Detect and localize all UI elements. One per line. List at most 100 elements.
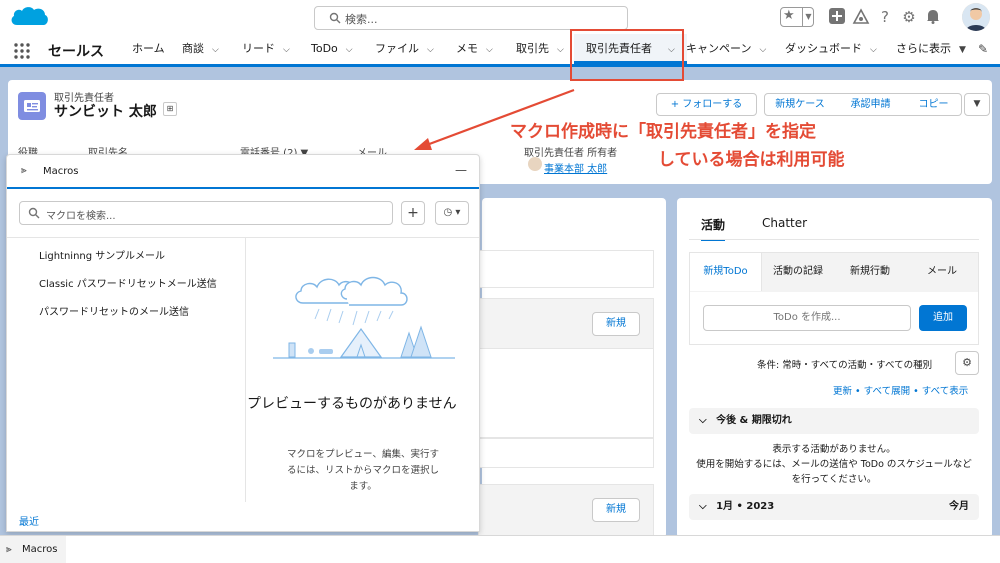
new-related-button-1[interactable]: 新規 (592, 312, 640, 336)
macro-search-input[interactable]: マクロを検索... (19, 201, 393, 225)
chevron-down-icon[interactable]: ⌵ (557, 35, 564, 65)
nav-item-label: メモ (456, 42, 478, 55)
tab-new-event[interactable]: 新規行動 (834, 253, 906, 291)
macros-icon: ⫸ (21, 165, 27, 176)
avatar[interactable] (962, 3, 990, 31)
chevron-down-icon: ⌵ (699, 501, 707, 512)
macros-panel-title: Macros (43, 166, 79, 177)
new-related-button-2[interactable]: 新規 (592, 498, 640, 522)
nav-item-label: さらに表示 (896, 42, 951, 55)
follow-button[interactable]: + フォローする (656, 93, 757, 116)
record-name: サンビット 太郎 (54, 104, 157, 120)
salesforce-logo-icon[interactable] (8, 3, 50, 31)
macros-panel-header: ⫸ Macros — (7, 155, 479, 189)
chevron-down-icon[interactable]: ⌵ (486, 35, 493, 65)
app-launcher-icon[interactable] (14, 43, 30, 59)
nav-bar: セールス ホーム 商談 ⌵ リード ⌵ ToDo ⌵ ファイル ⌵ メモ ⌵ 取引先 ⌵ 取… (0, 34, 1000, 67)
tab-new-todo[interactable]: 新規ToDo (690, 253, 762, 291)
bell-icon[interactable] (924, 8, 942, 26)
recent-macros-link[interactable]: 最近 (19, 513, 39, 528)
nav-item-accounts[interactable]: 取引先 ⌵ (516, 34, 564, 64)
macro-list-item[interactable]: パスワードリセットのメール送信 (39, 303, 189, 318)
chevron-down-icon[interactable]: ⌵ (283, 35, 290, 65)
global-search[interactable]: 検索... (314, 6, 628, 30)
app-name: セールス (48, 44, 104, 60)
empty-activity-message: 表示する活動がありません。 使用を開始するには、メールの送信や ToDo のスケ… (689, 442, 979, 487)
macro-history-button[interactable]: ◷ ▾ (435, 201, 469, 225)
tab-chatter[interactable]: Chatter (762, 216, 807, 230)
nav-item-label: ファイル (375, 42, 419, 55)
macros-icon: ⫸ (6, 544, 12, 555)
add-macro-button[interactable]: + (401, 201, 425, 225)
nav-item-leads[interactable]: リード ⌵ (242, 34, 290, 64)
contact-icon (18, 92, 46, 120)
chevron-down-icon[interactable]: ⌵ (870, 35, 877, 65)
nav-item-todo[interactable]: ToDo ⌵ (311, 34, 353, 64)
gear-icon[interactable]: ⚙ (900, 8, 918, 26)
todo-input[interactable]: ToDo を作成... (703, 305, 911, 331)
related-box (478, 250, 654, 288)
nav-item-label: ホーム (132, 42, 165, 55)
approval-button[interactable]: 承認申請 (835, 93, 907, 116)
new-case-button[interactable]: 新規ケース (764, 93, 836, 116)
more-actions-caret-icon[interactable]: ▼ (964, 93, 990, 116)
macro-list-item[interactable]: Lightninng サンプルメール (39, 247, 165, 262)
activity-composer-tabs: 新規ToDo 活動の記録 新規行動 メール (689, 252, 979, 292)
filter-gear-icon[interactable]: ⚙ (955, 351, 979, 375)
activity-links[interactable]: 更新 • すべて展開 • すべて表示 (833, 383, 968, 397)
caret-down-icon[interactable]: ▼ (959, 35, 966, 65)
nav-item-label: 取引先 (516, 42, 549, 55)
month-label: 1月 • 2023 (716, 501, 775, 512)
nav-item-label: ダッシュボード (785, 42, 862, 55)
empty-line-1: 表示する活動がありません。 (772, 444, 896, 455)
tab-email[interactable]: メール (906, 253, 978, 291)
nav-item-opportunities[interactable]: 商談 ⌵ (182, 34, 219, 64)
help-icon[interactable]: ? (876, 8, 894, 26)
empty-line-2: 使用を開始するには、メールの送信や ToDo のスケジュールなどを行ってください… (696, 459, 972, 485)
chevron-down-icon[interactable]: ⌵ (346, 35, 353, 65)
activity-panel: 活動 Chatter 新規ToDo 活動の記録 新規行動 メール ToDo を作… (677, 198, 992, 538)
global-header: 検索... ★ ▼ ? ⚙ (0, 0, 1000, 34)
nav-item-files[interactable]: ファイル ⌵ (375, 34, 434, 64)
divider (7, 237, 479, 238)
global-actions-icon[interactable] (828, 7, 846, 25)
nav-item-home[interactable]: ホーム (132, 34, 165, 64)
nav-item-label: ToDo (311, 42, 338, 55)
chevron-down-icon[interactable]: ⌵ (212, 35, 219, 65)
preview-empty-title: プレビューするものがありません (247, 396, 457, 412)
minimize-icon[interactable]: — (455, 163, 467, 177)
plus-icon: + (407, 205, 419, 221)
nav-item-notes[interactable]: メモ ⌵ (456, 34, 493, 64)
macros-panel: ⫸ Macros — マクロを検索... + ◷ ▾ Lightninng サン… (6, 154, 480, 532)
macro-search-placeholder: マクロを検索... (46, 211, 116, 222)
annotation-text: マクロ作成時に「取引先責任者」を指定 している場合は利用可能 (510, 118, 910, 174)
tab-activity[interactable]: 活動 (701, 216, 726, 241)
nav-item-dashboards[interactable]: ダッシュボード ⌵ (785, 34, 877, 64)
utility-item-macros[interactable]: ⫸ Macros (0, 536, 66, 563)
nav-item-campaigns[interactable]: キャンペーン ⌵ (686, 34, 766, 64)
trailhead-icon[interactable] (852, 8, 870, 26)
tabs-divider (689, 239, 979, 240)
search-icon (329, 12, 341, 24)
chevron-down-icon[interactable]: ⌵ (427, 35, 434, 65)
macro-list-item[interactable]: Classic パスワードリセットメール送信 (39, 275, 217, 290)
tab-log-call[interactable]: 活動の記録 (762, 253, 834, 291)
chevron-down-icon: ⌵ (699, 415, 707, 426)
related-box (478, 438, 654, 468)
nav-item-more[interactable]: さらに表示 ▼ (896, 34, 966, 64)
add-button[interactable]: 追加 (919, 305, 967, 331)
copy-button[interactable]: コピー (906, 93, 962, 116)
nav-item-label: リード (242, 42, 275, 55)
upcoming-section[interactable]: ⌵ 今後 & 期限切れ (689, 408, 979, 434)
month-section[interactable]: ⌵ 1月 • 2023 今月 (689, 494, 979, 520)
hierarchy-icon[interactable]: ⊞ (163, 102, 177, 116)
nav-item-label: キャンペーン (686, 42, 752, 55)
global-search-placeholder: 検索... (345, 13, 378, 26)
divider (245, 238, 246, 502)
chevron-down-icon[interactable]: ⌵ (759, 35, 766, 65)
annotation-highlight-box (570, 29, 684, 81)
related-list-column: 新規 新規 (478, 198, 666, 538)
this-month-label: 今月 (949, 501, 969, 512)
edit-nav-pencil-icon[interactable]: ✎ (978, 42, 988, 56)
related-box (478, 348, 654, 438)
